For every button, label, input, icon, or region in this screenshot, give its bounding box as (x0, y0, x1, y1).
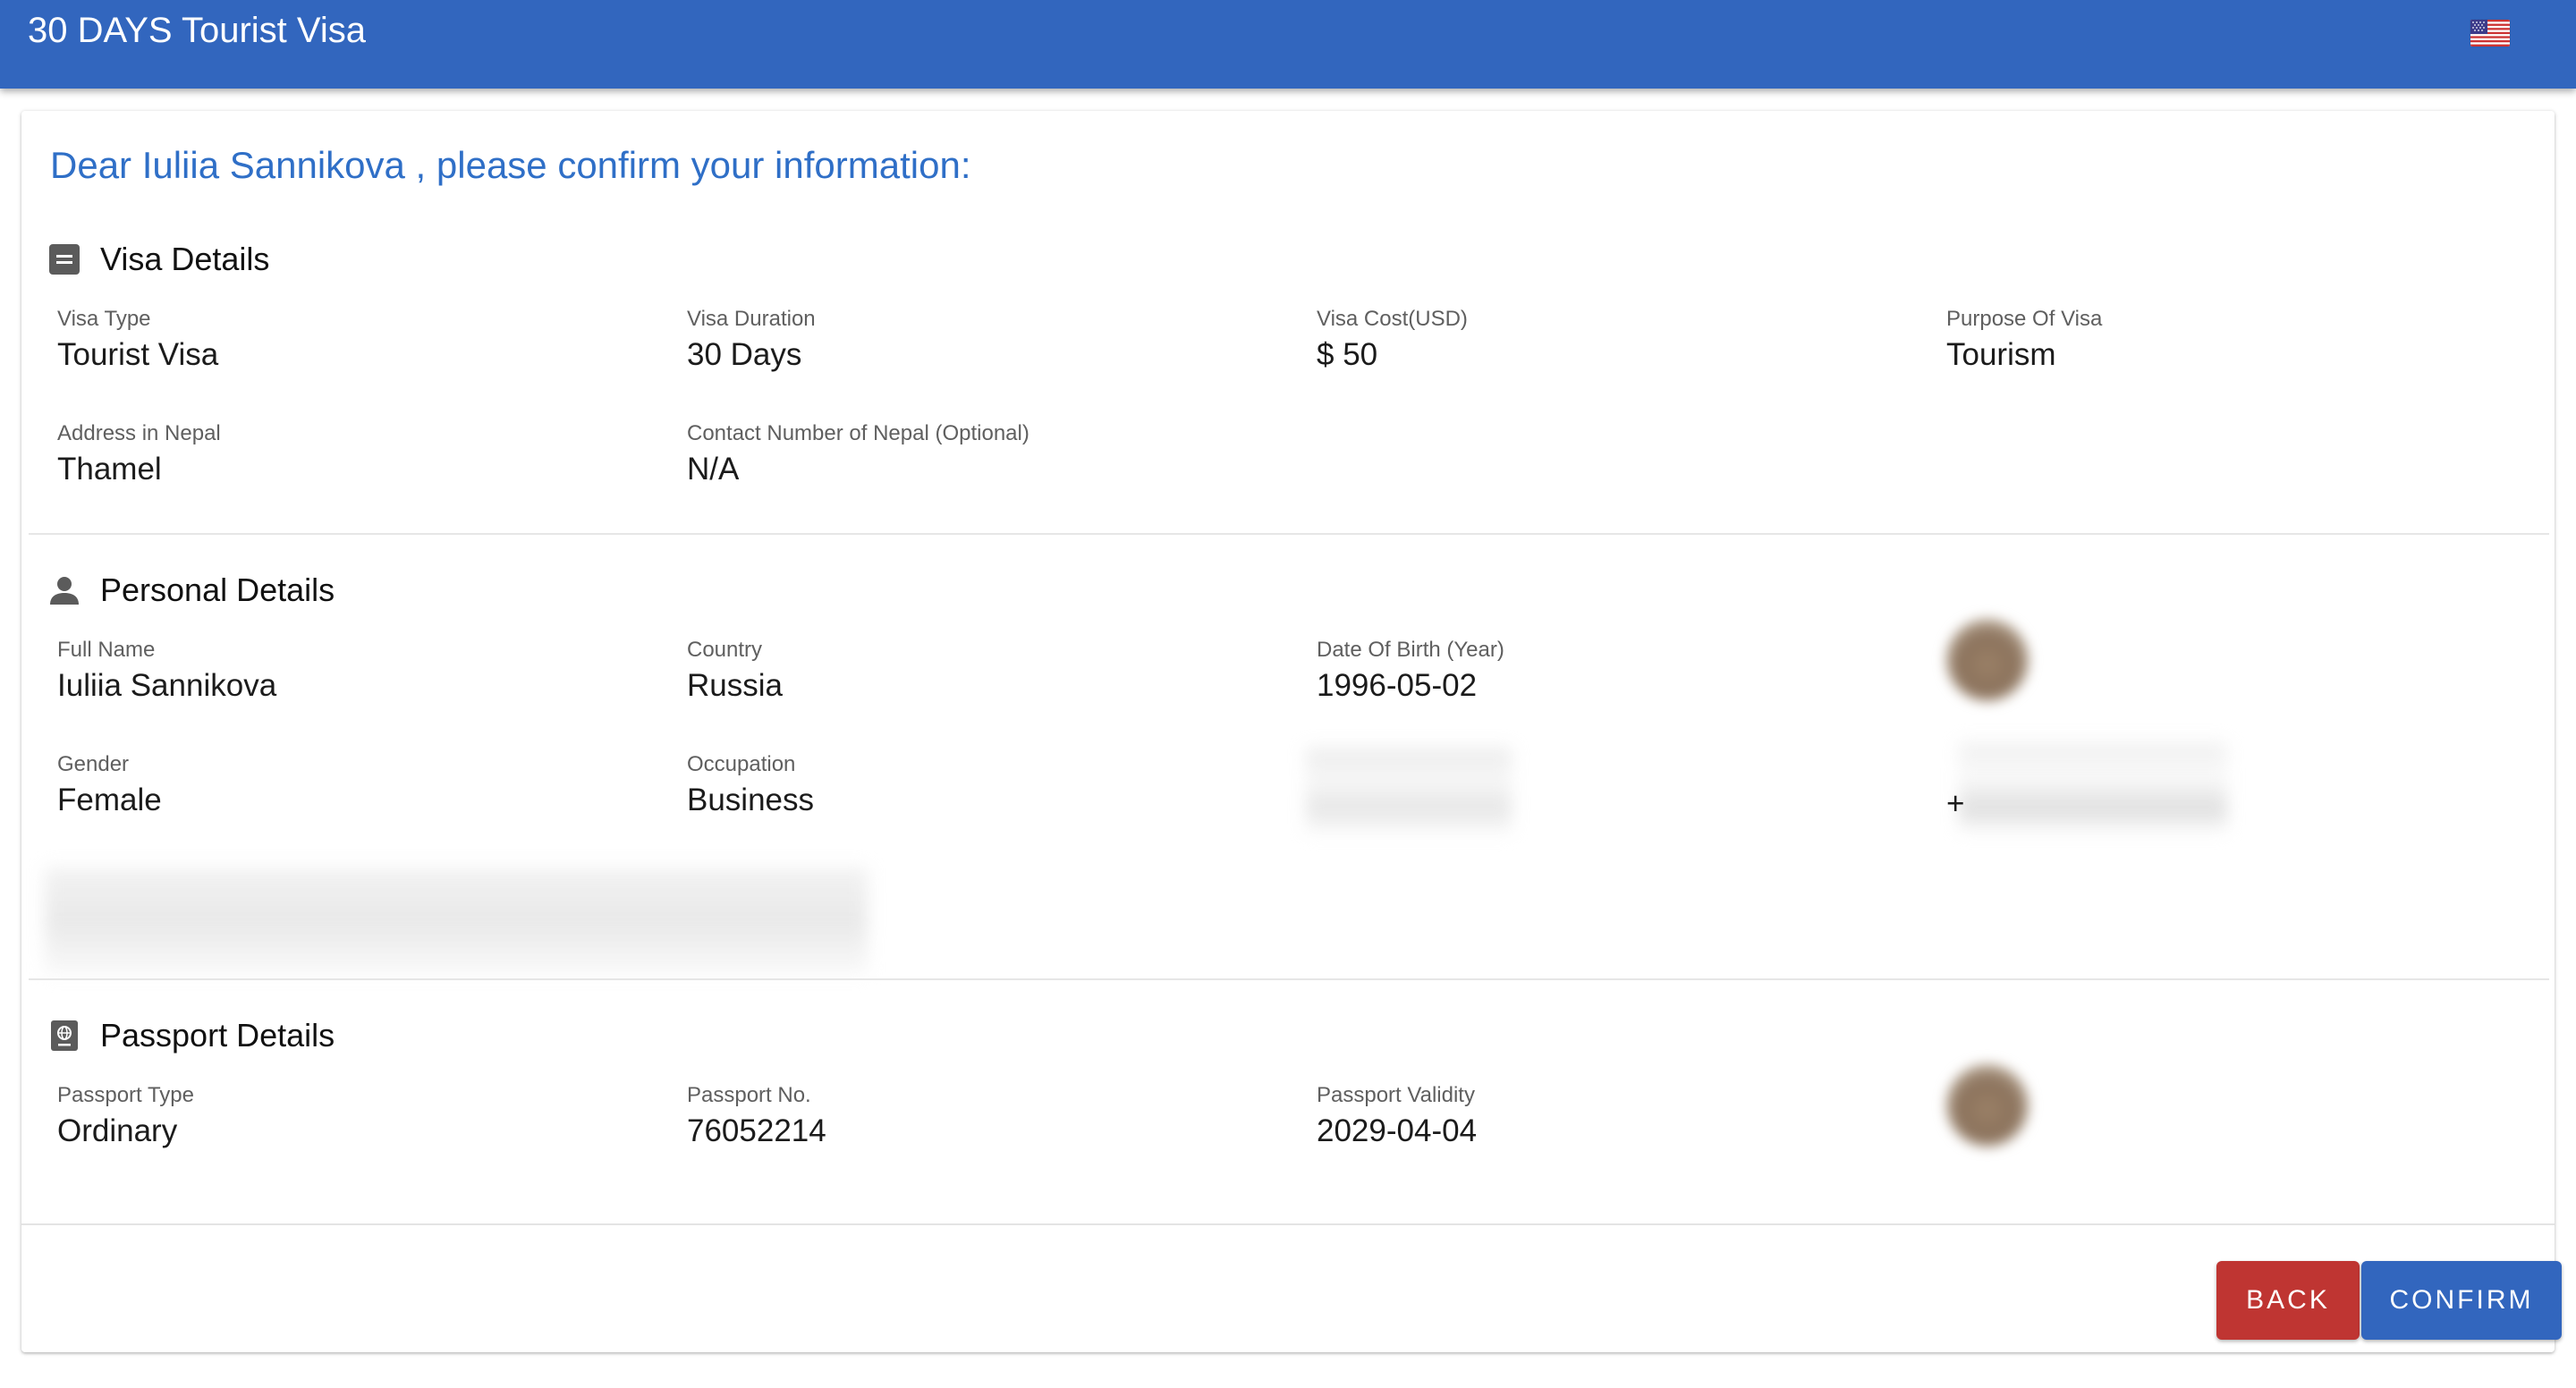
card-footer-divider (21, 1223, 2555, 1225)
field-value: N/A (687, 452, 740, 487)
document-list-icon (48, 243, 80, 275)
country-field: Country Russia (687, 637, 783, 705)
occupation-field: Occupation Business (687, 751, 814, 819)
redacted-address-field (45, 868, 868, 975)
field-label: Purpose Of Visa (1946, 307, 2103, 331)
field-label: Gender (57, 752, 130, 776)
section-divider (29, 978, 2549, 980)
confirm-button[interactable]: CONFIRM (2361, 1261, 2562, 1340)
field-value: Business (687, 783, 815, 817)
page-title: 30 DAYS Tourist Visa (28, 11, 366, 50)
field-value: Iuliia Sannikova (57, 668, 277, 703)
field-label: Contact Number of Nepal (Optional) (687, 421, 1030, 445)
visa-cost-field: Visa Cost(USD) $ 50 (1317, 306, 1468, 374)
field-label: Passport Type (57, 1083, 194, 1107)
field-value: Female (57, 783, 162, 817)
passport-validity-field: Passport Validity 2029-04-04 (1317, 1082, 1477, 1150)
us-flag-icon[interactable] (2470, 20, 2510, 47)
back-button[interactable]: BACK (2216, 1261, 2360, 1340)
app-header: 30 DAYS Tourist Visa (0, 0, 2576, 89)
field-value: 76052214 (687, 1113, 826, 1148)
greeting-heading: Dear Iuliia Sannikova , please confirm y… (50, 144, 971, 186)
confirmation-card (21, 111, 2555, 1352)
field-label: Occupation (687, 752, 796, 776)
field-label: Passport Validity (1317, 1083, 1475, 1107)
contact-number-field: Contact Number of Nepal (Optional) N/A (687, 420, 1030, 488)
applicant-photo (1946, 619, 2029, 701)
field-label: Visa Duration (687, 307, 816, 331)
gender-field: Gender Female (57, 751, 162, 819)
field-value: $ 50 (1317, 337, 1378, 372)
field-value: 2029-04-04 (1317, 1113, 1478, 1148)
visa-purpose-field: Purpose Of Visa Tourism (1946, 306, 2102, 374)
field-value: Tourist Visa (57, 337, 219, 372)
redacted-email-field (1306, 748, 1512, 834)
passport-photo (1946, 1064, 2029, 1147)
personal-details-title: Personal Details (100, 571, 335, 608)
redacted-phone-field (1959, 742, 2227, 832)
field-value: Russia (687, 668, 783, 703)
full-name-field: Full Name Iuliia Sannikova (57, 637, 276, 705)
field-value: Ordinary (57, 1113, 178, 1148)
visa-details-header: Visa Details (48, 240, 269, 279)
field-label: Address in Nepal (57, 421, 221, 445)
field-label: Visa Cost(USD) (1317, 307, 1468, 331)
field-label: Date Of Birth (Year) (1317, 638, 1504, 662)
field-label: Country (687, 638, 763, 662)
person-icon (48, 574, 80, 606)
passport-type-field: Passport Type Ordinary (57, 1082, 194, 1150)
field-value: Thamel (57, 452, 162, 487)
passport-number-field: Passport No. 76052214 (687, 1082, 826, 1150)
personal-details-header: Personal Details (48, 571, 335, 610)
passport-icon (48, 1020, 80, 1052)
phone-prefix: + (1946, 782, 1964, 823)
field-value: Tourism (1946, 337, 2056, 372)
field-label: Full Name (57, 638, 156, 662)
section-divider (29, 533, 2549, 535)
visa-type-field: Visa Type Tourist Visa (57, 306, 218, 374)
field-value: 1996-05-02 (1317, 668, 1478, 703)
field-label: Visa Type (57, 307, 151, 331)
phone-prefix-value: + (1946, 786, 1965, 821)
field-label: Passport No. (687, 1083, 811, 1107)
address-field: Address in Nepal Thamel (57, 420, 221, 488)
visa-duration-field: Visa Duration 30 Days (687, 306, 816, 374)
field-value: 30 Days (687, 337, 802, 372)
visa-details-title: Visa Details (100, 241, 270, 277)
passport-details-title: Passport Details (100, 1017, 335, 1054)
date-of-birth-field: Date Of Birth (Year) 1996-05-02 (1317, 637, 1504, 705)
passport-details-header: Passport Details (48, 1016, 335, 1055)
